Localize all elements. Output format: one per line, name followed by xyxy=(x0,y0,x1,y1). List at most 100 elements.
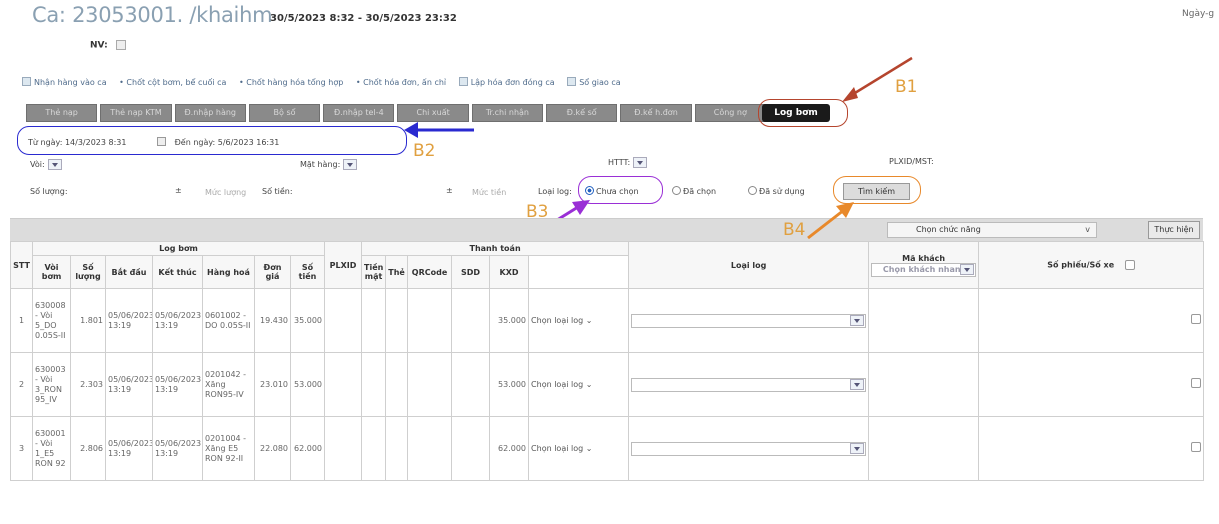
radio-da-su-dung-label: Đã sử dụng xyxy=(759,187,805,196)
tab-the-nap[interactable]: Thẻ nạp xyxy=(26,104,98,122)
cell-so-phieu[interactable] xyxy=(868,416,980,481)
cell-bat-dau: 05/06/2023 13:19 xyxy=(105,288,153,353)
radio-da-chon-icon[interactable] xyxy=(672,186,681,195)
row-checkbox[interactable] xyxy=(1191,314,1202,324)
cell-checkbox xyxy=(978,416,1205,481)
tab-ke-so[interactable]: Đ.kế sổ xyxy=(546,104,618,122)
radio-chua-chon-icon[interactable] xyxy=(585,186,594,195)
cell-stt: 1 xyxy=(10,288,33,353)
tab-nhap-tel[interactable]: Đ.nhập tel-4 xyxy=(323,104,395,122)
cell-sdd xyxy=(451,288,491,353)
cell-so-phieu[interactable] xyxy=(868,352,980,417)
cell-sdd xyxy=(451,416,491,481)
cell-hang-hoa: 0201042 - Xăng RON95-IV xyxy=(202,352,255,417)
muc-tien-input[interactable]: Mức tiền xyxy=(472,188,506,197)
from-date-label: Từ ngày: xyxy=(28,138,63,147)
dropdown-icon[interactable] xyxy=(850,314,865,326)
th-the: Thẻ xyxy=(385,255,409,289)
th-ma-khach: Mã khách Chọn khách nhanh xyxy=(868,241,980,289)
radio-da-chon[interactable]: Đã chọn xyxy=(672,186,716,196)
cell-ket-thuc: 05/06/2023 13:19 xyxy=(152,288,203,353)
tab-the-nap-ktm[interactable]: Thẻ nạp KTM xyxy=(100,104,172,122)
voi-filter: Vòi: xyxy=(30,159,62,170)
nv-label: NV: xyxy=(90,40,108,51)
th-group-log-bom: Log bơm xyxy=(31,241,326,256)
cell-so-tien: 62.000 xyxy=(289,416,326,481)
ma-khach-select[interactable] xyxy=(631,441,867,456)
to-date-input[interactable]: 5/6/2023 16:31 xyxy=(218,138,280,147)
cell-don-gia: 23.010 xyxy=(254,352,291,417)
radio-da-su-dung-icon[interactable] xyxy=(748,186,757,195)
cell-ma-khach xyxy=(628,416,870,481)
dropdown-icon[interactable] xyxy=(850,442,865,454)
top-right-text: Ngày-g xyxy=(1182,9,1215,19)
cell-qrcode xyxy=(407,288,453,353)
tab-tr-chi-nhan[interactable]: Tr.chi nhận xyxy=(471,104,544,122)
table-row: 2 630003 - Vòi 3_RON 95_IV 2.303 05/06/2… xyxy=(10,352,1205,417)
cell-bat-dau: 05/06/2023 13:19 xyxy=(105,352,153,417)
ma-khach-select[interactable] xyxy=(631,313,867,328)
cell-hang-hoa: 0601002 - DO 0.05S-II xyxy=(202,288,255,353)
date-filter: Từ ngày: 14/3/2023 8:31 Đến ngày: 5/6/20… xyxy=(28,137,279,147)
ma-khach-header: Mã khách xyxy=(902,253,946,263)
execute-button[interactable]: Thực hiện xyxy=(1148,221,1200,239)
mat-hang-filter: Mặt hàng: xyxy=(300,159,358,170)
cell-kxd: 53.000 xyxy=(489,352,530,417)
voi-dropdown[interactable] xyxy=(47,159,62,170)
th-so-phieu: Số phiếu/Số xe xyxy=(978,241,1205,289)
loai-log-select[interactable]: Chọn loại log ⌄ xyxy=(531,316,592,325)
calendar-icon[interactable] xyxy=(157,137,167,146)
muc-luong-input[interactable]: Mức lượng xyxy=(205,188,246,197)
nv-icon[interactable] xyxy=(115,40,126,50)
tab-bar: Thẻ nạp Thẻ nạp KTM Đ.nhập hàng Bộ sổ Đ.… xyxy=(26,104,766,122)
function-select[interactable]: Chọn chức năng xyxy=(887,222,1097,238)
cell-plxid xyxy=(324,416,363,481)
cell-the xyxy=(385,416,409,481)
cell-so-phieu[interactable] xyxy=(868,288,980,353)
select-all-checkbox[interactable] xyxy=(1124,260,1135,270)
tab-ke-hoa-don[interactable]: Đ.kế h.đơn xyxy=(620,104,692,122)
action-chot-hang-hoa[interactable]: • Chốt hàng hóa tổng hợp xyxy=(239,78,343,87)
cell-so-tien: 53.000 xyxy=(289,352,326,417)
ma-khach-select[interactable] xyxy=(631,377,867,392)
cell-ket-thuc: 05/06/2023 13:19 xyxy=(152,352,203,417)
to-date-label: Đến ngày: xyxy=(174,138,216,147)
row-checkbox[interactable] xyxy=(1191,378,1202,388)
action-so-giao-ca[interactable]: Sổ giao ca xyxy=(567,77,621,87)
httt-label: HTTT: xyxy=(608,158,631,167)
plus-icon xyxy=(22,77,31,86)
cell-voi: 630001 - Vòi 1_E5 RON 92 xyxy=(32,416,71,481)
cell-ma-khach xyxy=(628,352,870,417)
tab-cong-no[interactable]: Công nợ xyxy=(694,104,766,122)
annotation-b4-arrow xyxy=(807,202,854,240)
cell-qrcode xyxy=(407,416,453,481)
tab-nhap-hang[interactable]: Đ.nhập hàng xyxy=(174,104,246,122)
action-nhan-hang[interactable]: Nhận hàng vào ca xyxy=(22,77,107,87)
httt-dropdown[interactable] xyxy=(633,157,648,168)
dropdown-icon[interactable] xyxy=(960,263,975,275)
annotation-b2-label: B2 xyxy=(413,141,436,161)
loai-log-select[interactable]: Chọn loại log ⌄ xyxy=(531,444,592,453)
radio-chua-chon-label: Chưa chọn xyxy=(596,187,639,196)
radio-da-su-dung[interactable]: Đã sử dụng xyxy=(748,186,805,196)
table-row: 3 630001 - Vòi 1_E5 RON 92 2.806 05/06/2… xyxy=(10,416,1205,481)
ma-khach-quick-select[interactable]: Chọn khách nhanh xyxy=(871,262,977,277)
th-qrcode: QRCode xyxy=(407,255,453,289)
plus-icon xyxy=(458,77,468,86)
cell-don-gia: 22.080 xyxy=(254,416,291,481)
row-checkbox[interactable] xyxy=(1191,442,1202,452)
cell-the xyxy=(385,288,409,353)
dropdown-icon[interactable] xyxy=(850,378,865,390)
action-chot-hoa-don[interactable]: • Chốt hóa đơn, ấn chỉ xyxy=(356,78,446,87)
action-lap-hoa-don[interactable]: Lập hóa đơn đóng ca xyxy=(458,77,555,87)
th-so-luong: Số lượng xyxy=(70,255,106,289)
tab-bo-so[interactable]: Bộ sổ xyxy=(248,104,321,122)
loai-log-select[interactable]: Chọn loại log ⌄ xyxy=(531,380,592,389)
action-chot-cot-bom[interactable]: • Chốt cột bơm, bể cuối ca xyxy=(119,78,226,87)
from-date-input[interactable]: 14/3/2023 8:31 xyxy=(65,138,127,147)
cell-hang-hoa: 0201004 - Xăng E5 RON 92-II xyxy=(202,416,255,481)
mat-hang-label: Mặt hàng: xyxy=(300,160,341,169)
mat-hang-dropdown[interactable] xyxy=(343,159,358,170)
shift-time-range: 30/5/2023 8:32 - 30/5/2023 23:32 xyxy=(270,13,457,24)
table-row: 1 630008 - Vòi 5_DO 0.05S-II 1.801 05/06… xyxy=(10,288,1205,353)
